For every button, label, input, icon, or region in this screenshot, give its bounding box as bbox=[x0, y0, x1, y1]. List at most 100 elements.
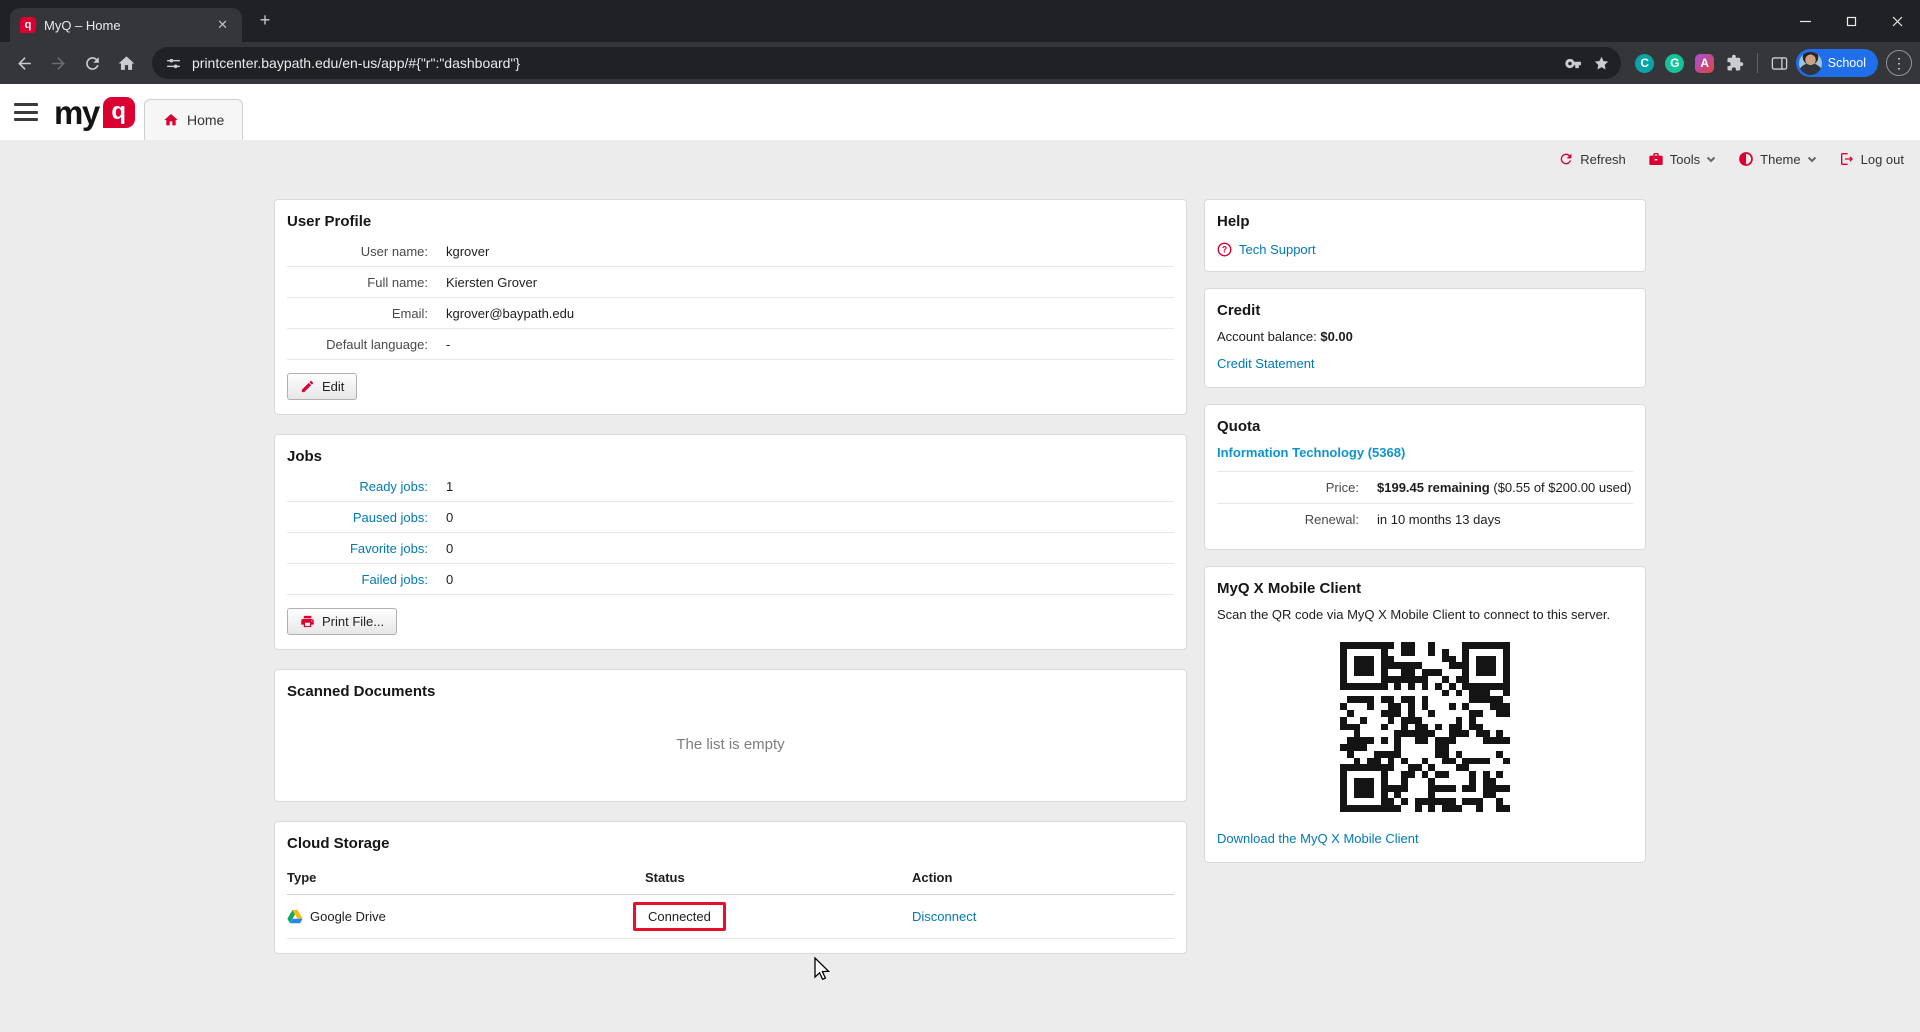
mobile-client-card: MyQ X Mobile Client Scan the QR code via… bbox=[1204, 566, 1646, 863]
renewal-value: in 10 months 13 days bbox=[1377, 512, 1501, 527]
browser-home-icon bbox=[118, 55, 134, 70]
ready-jobs-count: 1 bbox=[446, 478, 454, 494]
browser-tab[interactable]: q MyQ – Home ✕ bbox=[10, 8, 242, 42]
extension-icon-colorful[interactable]: A bbox=[1691, 49, 1719, 77]
back-arrow-icon bbox=[17, 56, 31, 70]
side-panel-icon[interactable] bbox=[1766, 49, 1794, 77]
credit-card: Credit Account balance: $0.00 Credit Sta… bbox=[1204, 288, 1646, 388]
print-file-label: Print File... bbox=[322, 614, 385, 629]
field-row-email: Email: kgrover@baypath.edu bbox=[287, 298, 1174, 329]
failed-jobs-count: 0 bbox=[446, 571, 454, 587]
browser-menu-button[interactable]: ⋮ bbox=[1886, 50, 1912, 76]
extension-icon-teal[interactable]: C bbox=[1631, 49, 1659, 77]
maximize-icon bbox=[1846, 16, 1856, 26]
tech-support-link[interactable]: Tech Support bbox=[1239, 242, 1316, 257]
myq-favicon: q bbox=[20, 17, 36, 33]
field-row-language: Default language: - bbox=[287, 329, 1174, 360]
url-text: printcenter.baypath.edu/en-us/app/#{"r":… bbox=[192, 55, 521, 71]
fullname-value: Kiersten Grover bbox=[446, 274, 538, 290]
column-type: Type bbox=[287, 870, 317, 885]
grammarly-extension-icon[interactable]: G bbox=[1661, 49, 1689, 77]
password-key-icon[interactable] bbox=[1565, 54, 1583, 72]
qr-code bbox=[1340, 642, 1510, 812]
favorite-jobs-link[interactable]: Favorite jobs: bbox=[287, 541, 428, 556]
quota-price-row: Price: $199.45 remaining ($0.55 of $200.… bbox=[1217, 471, 1633, 503]
bookmark-star-icon[interactable] bbox=[1593, 54, 1611, 72]
address-bar[interactable]: printcenter.baypath.edu/en-us/app/#{"r":… bbox=[152, 47, 1621, 79]
field-row-username: User name: kgrover bbox=[287, 236, 1174, 267]
window-close-button[interactable] bbox=[1874, 0, 1920, 42]
column-status: Status bbox=[645, 870, 685, 885]
hamburger-menu-button[interactable] bbox=[14, 103, 38, 121]
balance-label: Account balance: bbox=[1217, 329, 1317, 344]
google-drive-icon bbox=[287, 909, 303, 924]
question-circle-icon: ? bbox=[1217, 242, 1232, 257]
download-mobile-client-link[interactable]: Download the MyQ X Mobile Client bbox=[1217, 831, 1419, 846]
language-value: - bbox=[446, 336, 451, 352]
edit-button[interactable]: Edit bbox=[287, 373, 358, 400]
tab-home[interactable]: Home bbox=[144, 99, 244, 140]
disconnect-link[interactable]: Disconnect bbox=[912, 909, 976, 924]
refresh-label: Refresh bbox=[1580, 151, 1626, 167]
window-maximize-button[interactable] bbox=[1828, 0, 1874, 42]
refresh-button[interactable]: Refresh bbox=[1558, 151, 1626, 167]
failed-jobs-link[interactable]: Failed jobs: bbox=[287, 572, 428, 587]
balance-value: $0.00 bbox=[1320, 329, 1353, 344]
quota-card: Quota Information Technology (5368) Pric… bbox=[1204, 404, 1646, 550]
logo-text-my: my bbox=[54, 93, 100, 131]
jobs-title: Jobs bbox=[287, 448, 323, 465]
logout-icon bbox=[1840, 153, 1853, 165]
jobs-row-ready: Ready jobs: 1 bbox=[287, 471, 1174, 502]
status-text: Connected bbox=[648, 909, 711, 924]
profile-label: School bbox=[1827, 56, 1866, 70]
logout-button[interactable]: Log out bbox=[1839, 151, 1904, 167]
jobs-row-paused: Paused jobs: 0 bbox=[287, 502, 1174, 533]
tab-title: MyQ – Home bbox=[44, 17, 121, 33]
site-settings-tune-icon[interactable] bbox=[164, 54, 182, 72]
scanned-documents-card: Scanned Documents The list is empty bbox=[274, 669, 1187, 802]
new-tab-button[interactable]: + bbox=[252, 7, 278, 33]
logout-label: Log out bbox=[1860, 151, 1904, 167]
tab-close-icon[interactable]: ✕ bbox=[213, 15, 232, 35]
pencil-icon bbox=[301, 380, 314, 393]
app-header: my q Home bbox=[0, 84, 1920, 140]
browser-home-button[interactable] bbox=[110, 47, 142, 79]
jobs-card: Jobs Ready jobs: 1 Paused jobs: 0 Favori… bbox=[274, 434, 1187, 650]
quota-title: Quota bbox=[1217, 418, 1261, 435]
reload-icon bbox=[85, 56, 99, 70]
paused-jobs-link[interactable]: Paused jobs: bbox=[287, 510, 428, 525]
action-bar: Refresh Tools Theme Log out bbox=[0, 140, 1920, 178]
tools-button[interactable]: Tools bbox=[1648, 151, 1716, 167]
ready-jobs-link[interactable]: Ready jobs: bbox=[287, 479, 428, 494]
extensions-puzzle-icon[interactable] bbox=[1721, 49, 1749, 77]
connected-status-highlight: Connected bbox=[633, 902, 726, 931]
paused-jobs-count: 0 bbox=[446, 509, 454, 525]
user-profile-card: User Profile User name: kgrover Full nam… bbox=[274, 199, 1187, 415]
chevron-down-icon bbox=[1706, 156, 1716, 163]
credit-statement-link[interactable]: Credit Statement bbox=[1217, 356, 1315, 371]
myq-logo[interactable]: my q bbox=[54, 93, 135, 131]
theme-label: Theme bbox=[1760, 151, 1801, 167]
reload-button[interactable] bbox=[76, 47, 108, 79]
print-file-button[interactable]: Print File... bbox=[287, 608, 398, 635]
theme-button[interactable]: Theme bbox=[1738, 151, 1816, 167]
logo-text-q: q bbox=[111, 98, 127, 125]
mouse-cursor bbox=[814, 956, 831, 981]
forward-arrow-icon bbox=[51, 56, 65, 70]
window-minimize-button[interactable] bbox=[1782, 0, 1828, 42]
account-balance-row: Account balance: $0.00 bbox=[1217, 329, 1633, 344]
printer-icon bbox=[301, 615, 314, 628]
svg-text:?: ? bbox=[1222, 245, 1227, 255]
back-button[interactable] bbox=[8, 47, 40, 79]
tools-label: Tools bbox=[1669, 151, 1701, 167]
scanned-documents-title: Scanned Documents bbox=[287, 683, 436, 700]
price-value: $199.45 remaining ($0.55 of $200.00 used… bbox=[1377, 480, 1632, 495]
forward-button[interactable] bbox=[42, 47, 74, 79]
tools-icon bbox=[1649, 153, 1663, 165]
browser-profile-chip[interactable]: School bbox=[1795, 49, 1878, 77]
favorite-jobs-count: 0 bbox=[446, 540, 454, 556]
quota-department-link[interactable]: Information Technology (5368) bbox=[1217, 445, 1633, 460]
storage-type-text: Google Drive bbox=[310, 909, 386, 924]
help-title: Help bbox=[1217, 213, 1250, 230]
profile-avatar bbox=[1798, 51, 1822, 75]
